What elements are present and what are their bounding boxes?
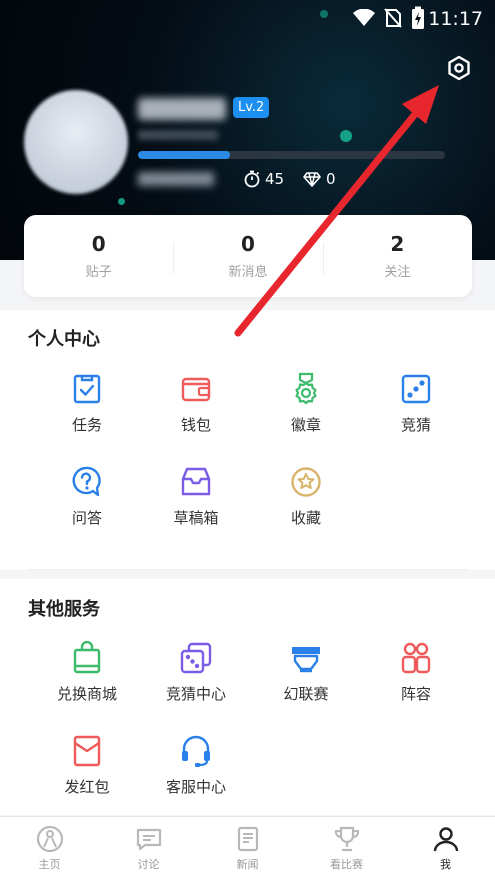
customer-service-entry[interactable]: 客服中心 xyxy=(141,734,251,797)
task-icon xyxy=(73,374,101,404)
grid-label: 问答 xyxy=(71,509,102,527)
trophy-icon xyxy=(334,826,359,852)
bottom-tab-bar: 主页 讨论 新闻 看比赛 我 xyxy=(0,816,495,881)
tab-home[interactable]: 主页 xyxy=(0,817,99,881)
guess-entry[interactable]: 竞猜 xyxy=(361,372,471,435)
grid-label: 客服中心 xyxy=(165,778,226,796)
decor-dot xyxy=(340,130,352,142)
status-time: 11:17 xyxy=(428,8,483,30)
guess-center-entry[interactable]: 竞猜中心 xyxy=(141,641,251,704)
wifi-icon xyxy=(353,9,375,26)
drafts-entry[interactable]: 草稿箱 xyxy=(141,465,251,528)
battery-charging-icon xyxy=(412,6,424,29)
posts-count[interactable]: 0 贴子 xyxy=(24,232,173,280)
following-count[interactable]: 2 关注 xyxy=(322,232,472,280)
tab-watch-match[interactable]: 看比赛 xyxy=(297,817,396,881)
user-id-blurred xyxy=(138,130,218,140)
user-icon xyxy=(433,827,458,852)
grid-label: 竞猜 xyxy=(400,416,431,434)
grid-label: 徽章 xyxy=(290,416,321,434)
tab-label: 主页 xyxy=(38,858,61,871)
badge-entry[interactable]: 徽章 xyxy=(251,372,361,435)
tab-label: 讨论 xyxy=(137,858,160,871)
level-badge: Lv.2 xyxy=(233,97,270,118)
diamond-value: 0 xyxy=(326,170,336,188)
fantasy-league-entry[interactable]: 幻联赛 xyxy=(251,641,361,704)
tab-label: 我 xyxy=(440,858,451,871)
wallet-icon xyxy=(181,377,211,402)
dice-icon xyxy=(401,374,431,404)
tab-label: 看比赛 xyxy=(330,858,363,871)
lineup-entry[interactable]: 阵容 xyxy=(361,641,471,704)
diamond-icon xyxy=(303,172,321,187)
guess-center-icon xyxy=(180,642,212,674)
stopwatch-icon xyxy=(244,170,260,188)
star-icon xyxy=(291,467,321,497)
avatar[interactable] xyxy=(24,90,128,194)
count-label: 贴子 xyxy=(85,265,112,280)
exchange-mall-entry[interactable]: 兑换商城 xyxy=(32,641,142,704)
draft-box-icon xyxy=(181,467,211,496)
stamina-value: 45 xyxy=(265,170,285,188)
qa-icon xyxy=(72,466,101,497)
count-number: 0 xyxy=(241,232,255,256)
count-number: 2 xyxy=(390,232,405,256)
lineup-icon xyxy=(401,642,431,674)
other-services-section: 其他服务 兑换商城 竞猜中心 幻联赛 阵容 发红包 客服中心 xyxy=(0,579,495,815)
headset-icon xyxy=(182,735,210,767)
grid-label: 兑换商城 xyxy=(56,685,117,703)
tab-label: 新闻 xyxy=(236,858,259,871)
shopping-bag-icon xyxy=(73,641,101,674)
grid-label: 草稿箱 xyxy=(173,509,219,527)
tab-news[interactable]: 新闻 xyxy=(198,817,297,881)
task-entry[interactable]: 任务 xyxy=(32,372,142,435)
chat-icon xyxy=(136,828,161,851)
home-logo-icon xyxy=(36,825,63,853)
grid-label: 任务 xyxy=(71,416,102,434)
stats-card: 0 贴子 0 新消息 2 关注 xyxy=(24,215,472,297)
news-icon xyxy=(237,826,258,852)
decor-dot xyxy=(118,198,125,205)
tab-me[interactable]: 我 xyxy=(396,817,495,881)
grid-label: 阵容 xyxy=(400,685,431,703)
grid-label: 收藏 xyxy=(290,509,321,527)
personal-center-section: 个人中心 任务 钱包 徽章 竞猜 问答 草稿箱 收藏 xyxy=(0,310,495,570)
grid-label: 发红包 xyxy=(64,778,110,796)
tab-discussion[interactable]: 讨论 xyxy=(99,817,198,881)
new-messages-count[interactable]: 0 新消息 xyxy=(173,232,322,280)
count-number: 0 xyxy=(91,232,106,256)
settings-icon[interactable] xyxy=(446,55,472,81)
badge-icon xyxy=(295,372,317,405)
username-blurred xyxy=(138,98,226,120)
section-title: 个人中心 xyxy=(28,329,100,350)
qa-entry[interactable]: 问答 xyxy=(32,465,142,528)
wallet-entry[interactable]: 钱包 xyxy=(141,372,251,435)
section-title: 其他服务 xyxy=(28,599,100,620)
xp-progress-fill xyxy=(138,151,231,159)
count-label: 新消息 xyxy=(228,265,268,280)
grid-label: 钱包 xyxy=(180,416,211,434)
xp-progress-bar xyxy=(138,151,445,159)
red-packet-icon xyxy=(73,735,101,767)
count-label: 关注 xyxy=(384,265,411,280)
no-sim-icon xyxy=(384,8,402,28)
status-bar: 11:17 xyxy=(0,0,495,36)
user-info-blurred xyxy=(138,172,214,186)
grid-label: 幻联赛 xyxy=(283,685,329,703)
favorites-entry[interactable]: 收藏 xyxy=(251,465,361,528)
section-divider xyxy=(28,569,468,570)
red-packet-entry[interactable]: 发红包 xyxy=(32,734,142,797)
league-icon xyxy=(292,647,320,673)
grid-label: 竞猜中心 xyxy=(165,685,226,703)
